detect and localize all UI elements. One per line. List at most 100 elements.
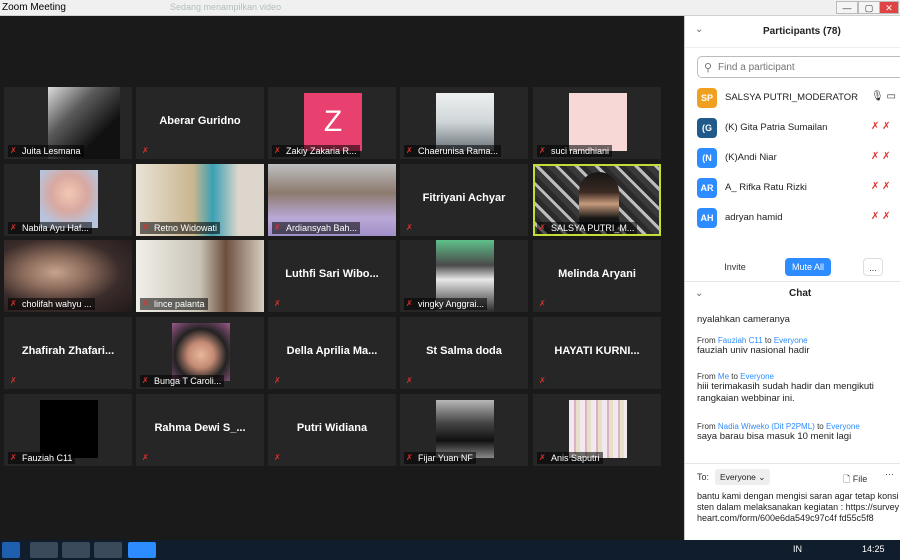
participant-name: (K)Andi Niar <box>725 152 777 163</box>
participant-tile[interactable]: ✗ Chaerunisa Rama... <box>400 87 528 159</box>
participant-row[interactable]: SP SALSYA PUTRI_MODERATOR 🎙 ▭ <box>685 84 900 112</box>
participant-name: vingky Anggrai... <box>404 298 488 310</box>
participant-tile[interactable]: Rahma Dewi S_... ✗ <box>136 394 264 466</box>
participant-tile[interactable]: Melinda Aryani ✗ <box>533 240 661 312</box>
participant-name: adryan hamid <box>725 212 783 223</box>
collapse-chevron-icon[interactable]: ⌄ <box>695 288 703 299</box>
participant-tile[interactable]: Putri Widiana ✗ <box>268 394 396 466</box>
participant-tile[interactable]: St Salma doda ✗ <box>400 317 528 389</box>
participant-tile[interactable]: ✗ lince palanta <box>136 240 264 312</box>
taskbar: IN 14:25 <box>0 540 900 560</box>
muted-mic-icon: ✗ <box>539 146 546 155</box>
participant-row[interactable]: AH adryan hamid ✗ ✗ <box>685 204 900 232</box>
participant-tile[interactable]: Zhafirah Zhafari... ✗ <box>4 317 132 389</box>
chrome-icon[interactable] <box>62 542 90 558</box>
side-panel: ⌄ Participants (78) ⚲ SP SALSYA PUTRI_MO… <box>684 16 900 540</box>
message-text: saya barau bisa masuk 10 menit lagi <box>697 431 852 442</box>
participant-tile-active-speaker[interactable]: ✗ SALSYA PUTRI_M... <box>533 164 661 236</box>
avatar: (N <box>697 148 717 168</box>
muted-mic-icon: ✗ <box>539 223 546 232</box>
app-icon[interactable] <box>94 542 122 558</box>
file-button[interactable]: 🗋 File <box>843 472 867 488</box>
clock[interactable]: 14:25 <box>862 544 885 554</box>
participant-tile[interactable]: ✗ Fauziah C11 <box>4 394 132 466</box>
muted-mic-icon: ✗ <box>10 146 17 155</box>
muted-mic-icon: ✗ <box>10 223 17 232</box>
muted-mic-icon: ✗ <box>406 146 413 155</box>
participant-tile[interactable]: Della Aprilia Ma... ✗ <box>268 317 396 389</box>
participant-name: Nabila Ayu Haf... <box>8 222 92 234</box>
participant-row[interactable]: (G (K) Gita Patria Sumailan ✗ ✗ <box>685 114 900 142</box>
invite-button[interactable]: Invite <box>717 258 753 276</box>
chat-messages: nyalahkan cameranya From Fauziah C11 to … <box>697 308 897 458</box>
video-feed <box>569 400 627 458</box>
chat-message: From Me to Everyone hiii terimakasih sud… <box>697 372 897 405</box>
participant-tile[interactable]: Z ✗ Zakiy Zakaria R... <box>268 87 396 159</box>
participant-tile[interactable]: ✗ Juita Lesmana <box>4 87 132 159</box>
language-indicator[interactable]: IN <box>793 544 802 554</box>
participant-tile[interactable]: ✗ vingky Anggrai... <box>400 240 528 312</box>
window-title: Zoom Meeting <box>2 2 66 13</box>
participant-tile[interactable]: Aberar Guridno ✗ <box>136 87 264 159</box>
muted-mic-icon: ✗ <box>142 376 149 385</box>
muted-mic-icon: ✗ <box>539 453 546 462</box>
gallery-view: ✗ Juita Lesmana Aberar Guridno ✗ Z ✗ Zak… <box>0 16 684 540</box>
participant-display-name: Melinda Aryani <box>558 268 636 280</box>
message-sender: From Me to Everyone <box>697 372 774 381</box>
participant-tile[interactable]: ✗ Fijar Yuan NF <box>400 394 528 466</box>
minimize-button[interactable]: — <box>836 1 858 14</box>
to-label: To: <box>697 472 710 482</box>
chat-target-bar: To: Everyone ⌄ 🗋 File ··· <box>685 463 900 489</box>
participant-name: SALSYA PUTRI_MODERATOR <box>725 92 859 103</box>
participant-row[interactable]: AR A_ Rifka Ratu Rizki ✗ ✗ <box>685 174 900 202</box>
video-feed <box>172 323 230 381</box>
participant-tile[interactable]: ✗ cholifah wahyu ... <box>4 240 132 312</box>
participant-tile[interactable]: HAYATI KURNI... ✗ <box>533 317 661 389</box>
explorer-icon[interactable] <box>30 542 58 558</box>
muted-mic-icon: ✗ <box>406 376 413 385</box>
participant-tile[interactable]: Fitriyani Achyar ✗ <box>400 164 528 236</box>
message-text: nyalahkan cameranya <box>697 314 790 325</box>
participant-name: cholifah wahyu ... <box>8 298 95 310</box>
video-feed <box>436 400 494 458</box>
more-button[interactable]: ... <box>863 258 883 276</box>
participant-row[interactable]: (N (K)Andi Niar ✗ ✗ <box>685 144 900 172</box>
avatar: (G <box>697 118 717 138</box>
start-icon[interactable] <box>2 542 20 558</box>
participant-tile[interactable]: ✗ Nabila Ayu Haf... <box>4 164 132 236</box>
muted-mic-icon: ✗ <box>142 299 149 308</box>
collapse-chevron-icon[interactable]: ⌄ <box>695 24 703 35</box>
close-button[interactable]: ✕ <box>879 1 899 14</box>
participant-tile[interactable]: ✗ suci ramdhiani <box>533 87 661 159</box>
chat-title: Chat <box>789 288 812 299</box>
maximize-button[interactable]: ▢ <box>858 1 880 14</box>
participant-tile[interactable]: ✗ Anis Saputri <box>533 394 661 466</box>
participant-tile[interactable]: ✗ Ardiansyah Bah... <box>268 164 396 236</box>
muted-mic-icon: ✗ <box>406 453 413 462</box>
participant-tile[interactable]: Luthfi Sari Wibo... ✗ <box>268 240 396 312</box>
message-text: hiii terimakasih sudah hadir dan mengiku… <box>697 381 874 404</box>
muted-mic-icon: ✗ <box>142 146 149 155</box>
participant-name: Zakiy Zakaria R... <box>272 145 360 157</box>
faded-label: Sedang menampilkan video <box>170 2 282 12</box>
participant-display-name: Zhafirah Zhafari... <box>21 345 115 357</box>
participant-name: Ardiansyah Bah... <box>272 222 361 234</box>
message-text: fauziah univ nasional hadir <box>697 345 810 356</box>
muted-mic-icon: ✗ <box>274 299 281 308</box>
mute-all-button[interactable]: Mute All <box>785 258 831 276</box>
participant-name: (K) Gita Patria Sumailan <box>725 122 828 133</box>
search-input[interactable] <box>718 60 898 75</box>
participant-tile[interactable]: ✗ Bunga T Caroli... <box>136 317 264 389</box>
participant-actions: Invite Mute All ... <box>685 252 900 282</box>
participant-search[interactable]: ⚲ <box>697 56 900 78</box>
recipient-dropdown[interactable]: Everyone ⌄ <box>715 469 771 485</box>
participant-tile[interactable]: ✗ Retno Widowati <box>136 164 264 236</box>
muted-mic-icon: ✗ <box>10 453 17 462</box>
participant-display-name: HAYATI KURNI... <box>554 345 640 357</box>
zoom-icon[interactable] <box>128 542 156 558</box>
participant-display-name: Rahma Dewi S_... <box>154 422 246 434</box>
participant-display-name: Fitriyani Achyar <box>422 192 506 204</box>
chat-input[interactable]: bantu kami dengan mengisi saran agar tet… <box>697 491 900 539</box>
video-feed <box>40 170 98 228</box>
chat-more-icon[interactable]: ··· <box>885 469 894 479</box>
